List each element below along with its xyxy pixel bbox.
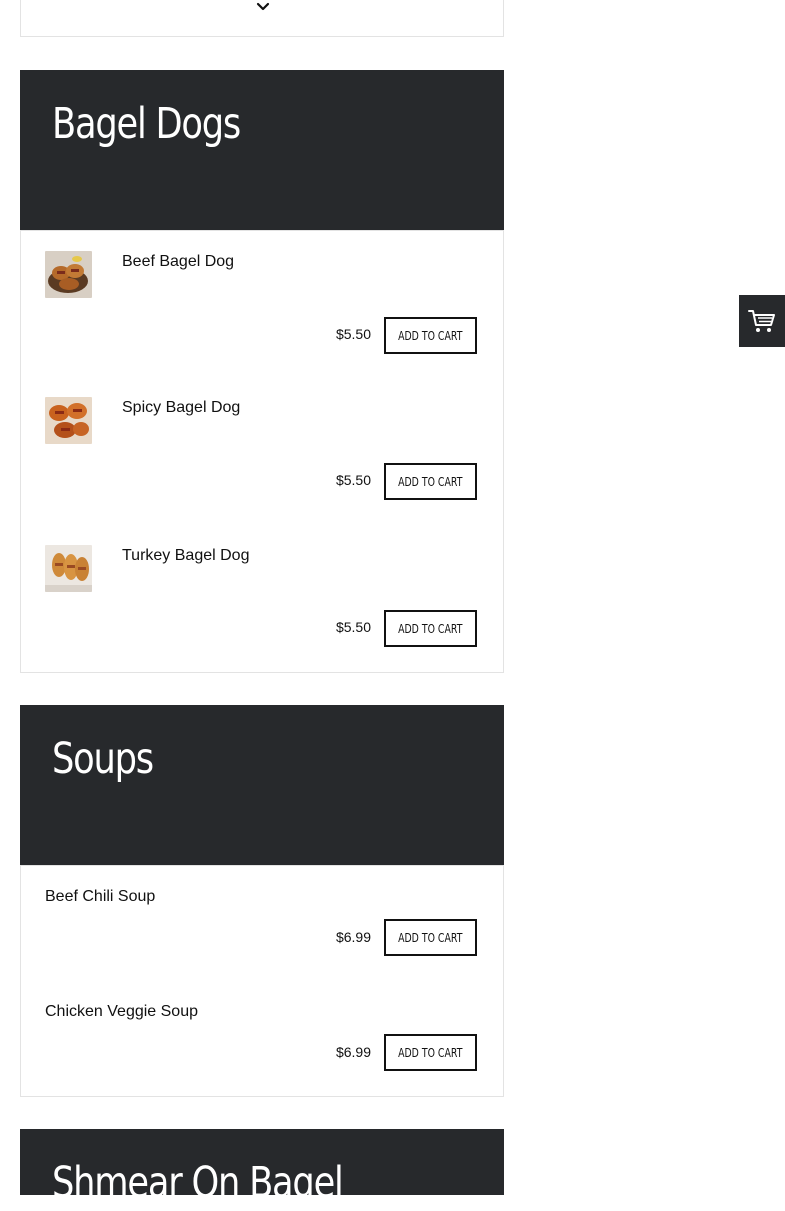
add-to-cart-label: ADD TO CART <box>398 328 463 343</box>
add-to-cart-label: ADD TO CART <box>398 930 463 945</box>
menu-item: Beef Bagel Dog $5.50 ADD TO CART <box>20 230 504 379</box>
spicy-bagel-dog-thumbnail[interactable] <box>45 397 92 444</box>
floating-cart-button[interactable] <box>739 295 785 347</box>
collapsed-card <box>20 0 504 37</box>
section-header-bagel-dogs: Bagel Dogs <box>20 70 504 230</box>
item-name: Beef Bagel Dog <box>122 253 235 270</box>
add-to-cart-button[interactable]: ADD TO CART <box>384 1034 477 1071</box>
add-to-cart-button[interactable]: ADD TO CART <box>384 463 477 500</box>
beef-bagel-dog-thumbnail[interactable] <box>45 251 92 298</box>
section-header-shmear-on-bagel: Shmear On Bagel <box>20 1129 504 1208</box>
add-to-cart-label: ADD TO CART <box>398 1045 463 1060</box>
item-price: $5.50 <box>335 619 371 635</box>
turkey-bagel-dog-thumbnail[interactable] <box>45 545 92 592</box>
add-to-cart-button[interactable]: ADD TO CART <box>384 317 477 354</box>
menu-item: Turkey Bagel Dog $5.50 ADD TO CART <box>20 525 504 673</box>
item-price: $5.50 <box>335 326 371 342</box>
add-to-cart-button[interactable]: ADD TO CART <box>384 919 477 956</box>
add-to-cart-label: ADD TO CART <box>398 474 463 489</box>
section-title: Shmear On Bagel <box>52 1158 344 1208</box>
item-price: $6.99 <box>335 1044 371 1060</box>
menu-item: Chicken Veggie Soup $6.99 ADD TO CART <box>20 981 504 1097</box>
section-header-soups: Soups <box>20 705 504 865</box>
menu-item: Beef Chili Soup $6.99 ADD TO CART <box>20 865 504 983</box>
item-name: Beef Chili Soup <box>45 888 156 905</box>
menu-item: Spicy Bagel Dog $5.50 ADD TO CART <box>20 378 504 526</box>
chevron-down-icon[interactable] <box>256 2 270 12</box>
section-title: Soups <box>52 734 154 784</box>
item-name: Spicy Bagel Dog <box>122 399 241 416</box>
shopping-cart-icon <box>748 310 775 332</box>
item-price: $6.99 <box>335 929 371 945</box>
add-to-cart-button[interactable]: ADD TO CART <box>384 610 477 647</box>
item-price: $5.50 <box>335 472 371 488</box>
item-name: Chicken Veggie Soup <box>45 1003 198 1020</box>
section-title: Bagel Dogs <box>52 99 241 149</box>
add-to-cart-label: ADD TO CART <box>398 621 463 636</box>
item-name: Turkey Bagel Dog <box>122 547 250 564</box>
